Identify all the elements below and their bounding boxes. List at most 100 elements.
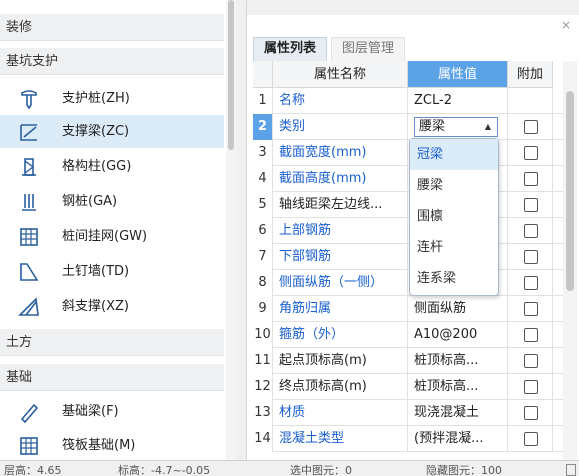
row-number: 13	[253, 400, 273, 426]
extra-checkbox[interactable]	[524, 302, 538, 316]
brace-beam-icon	[20, 124, 37, 141]
status-bar: 层高：4.65 标高：-4.7~-0.05 选中图元：0 隐藏图元：100	[0, 460, 579, 476]
property-row[interactable]: 9 角筋归属 侧面纵筋	[253, 296, 563, 322]
foundation-beam-icon	[20, 403, 39, 423]
tab-layer-management[interactable]: 图层管理	[331, 37, 406, 61]
extra-checkbox[interactable]	[524, 354, 538, 368]
property-row[interactable]: 6 上部钢筋	[253, 218, 563, 244]
dropdown-option[interactable]: 连系梁	[410, 263, 498, 294]
row-number: 5	[253, 192, 273, 218]
property-row[interactable]: 2 类别 腰梁 ▲	[253, 114, 563, 140]
grid-scrollbar[interactable]	[563, 61, 577, 460]
combobox-value: 腰梁	[419, 119, 446, 134]
tree-item-foundation-beam[interactable]: 基础梁(F)	[0, 395, 224, 428]
tree-item-diagonal-brace[interactable]: 斜支撑(XZ)	[0, 290, 224, 323]
extra-checkbox[interactable]	[524, 198, 538, 212]
row-number: 2	[253, 114, 273, 140]
tree-item-label: 土钉墙(TD)	[62, 264, 130, 279]
property-name: 终点顶标高(m)	[273, 374, 408, 400]
tree-item-label: 筏板基础(M)	[62, 438, 136, 453]
extra-checkbox[interactable]	[524, 328, 538, 342]
extra-checkbox[interactable]	[524, 120, 538, 134]
property-value[interactable]: A10@200	[408, 322, 508, 348]
property-name: 截面宽度(mm)	[273, 140, 408, 166]
category-combobox[interactable]: 腰梁 ▲	[414, 117, 498, 137]
extra-cell	[508, 296, 553, 322]
extra-checkbox[interactable]	[524, 432, 538, 446]
dropdown-option[interactable]: 围檩	[410, 201, 498, 232]
tree-item-label: 桩间挂网(GW)	[62, 229, 148, 244]
property-value[interactable]: (预拌混凝...	[408, 426, 508, 452]
extra-checkbox[interactable]	[524, 250, 538, 264]
extra-checkbox[interactable]	[524, 224, 538, 238]
property-row[interactable]: 7 下部钢筋	[253, 244, 563, 270]
tree-item-soil-nail-wall[interactable]: 土钉墙(TD)	[0, 255, 224, 288]
scroll-thumb[interactable]	[228, 0, 234, 150]
property-row[interactable]: 8 侧面纵筋（一侧）	[253, 270, 563, 296]
property-name: 上部钢筋	[273, 218, 408, 244]
row-number: 12	[253, 374, 273, 400]
extra-cell	[508, 114, 553, 140]
header-extra: 附加	[508, 61, 553, 88]
tree-item-label: 钢桩(GA)	[62, 194, 118, 209]
left-scrollbar[interactable]	[226, 0, 236, 460]
property-row[interactable]: 1 名称 ZCL-2	[253, 88, 563, 114]
tree-item-label: 支护桩(ZH)	[62, 91, 130, 106]
tree-item-label: 基础梁(F)	[62, 404, 119, 419]
scroll-thumb[interactable]	[566, 91, 574, 291]
property-row[interactable]: 4 截面高度(mm)	[253, 166, 563, 192]
property-name: 截面高度(mm)	[273, 166, 408, 192]
property-value[interactable]: 桩顶标高...	[408, 348, 508, 374]
dropdown-option[interactable]: 冠梁	[410, 139, 498, 170]
row-number: 10	[253, 322, 273, 348]
extra-checkbox[interactable]	[524, 276, 538, 290]
extra-cell	[508, 348, 553, 374]
dropdown-arrow-icon[interactable]: ▲	[485, 118, 491, 136]
mesh-icon	[20, 228, 38, 246]
property-row[interactable]: 3 截面宽度(mm)	[253, 140, 563, 166]
property-row[interactable]: 11 起点顶标高(m) 桩顶标高...	[253, 348, 563, 374]
tree-item-lattice-column[interactable]: 格构柱(GG)	[0, 150, 224, 183]
tree-item-raft-foundation[interactable]: 筏板基础(M)	[0, 429, 224, 460]
status-selected: 选中图元：0	[290, 464, 352, 476]
property-row[interactable]: 13 材质 现浇混凝土	[253, 400, 563, 426]
tree-item-steel-pile[interactable]: 钢桩(GA)	[0, 185, 224, 218]
category-decoration[interactable]: 装修	[0, 14, 224, 41]
tree-item-label: 斜支撑(XZ)	[62, 299, 129, 314]
dropdown-option[interactable]: 腰梁	[410, 170, 498, 201]
tree-item-pile-mesh[interactable]: 桩间挂网(GW)	[0, 220, 224, 253]
category-excavation-support[interactable]: 基坑支护	[0, 48, 224, 75]
property-value[interactable]: 桩顶标高...	[408, 374, 508, 400]
row-number: 8	[253, 270, 273, 296]
category-earthwork[interactable]: 土方	[0, 329, 224, 356]
tree-item-brace-beam[interactable]: 支撑梁(ZC)	[0, 115, 224, 148]
tab-property-list[interactable]: 属性列表	[253, 37, 328, 61]
extra-cell	[508, 88, 553, 114]
property-name: 轴线距梁左边线...	[273, 192, 408, 218]
property-value[interactable]: ZCL-2	[408, 88, 508, 114]
property-row[interactable]: 12 终点顶标高(m) 桩顶标高...	[253, 374, 563, 400]
extra-checkbox[interactable]	[524, 380, 538, 394]
extra-cell	[508, 140, 553, 166]
property-value[interactable]: 现浇混凝土	[408, 400, 508, 426]
extra-cell	[508, 400, 553, 426]
extra-checkbox[interactable]	[524, 172, 538, 186]
category-foundation[interactable]: 基础	[0, 364, 224, 391]
lattice-column-icon	[22, 158, 36, 176]
property-value[interactable]: 腰梁 ▲	[408, 114, 508, 140]
close-icon[interactable]: ×	[561, 18, 571, 32]
tree-item-support-pile[interactable]: 支护桩(ZH)	[0, 82, 224, 115]
property-value[interactable]: 侧面纵筋	[408, 296, 508, 322]
property-grid: 属性名称 属性值 附加 1 名称 ZCL-2 2 类别 腰梁 ▲ 3 截面宽度(mm) 4 截面高度…	[253, 61, 563, 460]
property-row[interactable]: 5 轴线距梁左边线...	[253, 192, 563, 218]
property-row[interactable]: 10 箍筋（外） A10@200	[253, 322, 563, 348]
extra-cell	[508, 426, 553, 452]
status-toggle[interactable]	[566, 464, 576, 476]
extra-checkbox[interactable]	[524, 406, 538, 420]
property-row[interactable]: 14 混凝土类型 (预拌混凝...	[253, 426, 563, 452]
dropdown-option[interactable]: 连杆	[410, 232, 498, 263]
extra-checkbox[interactable]	[524, 146, 538, 160]
category-dropdown-list: 冠梁 腰梁 围檩 连杆 连系梁	[409, 138, 499, 296]
status-floor-height: 层高：4.65	[4, 464, 62, 476]
property-name: 起点顶标高(m)	[273, 348, 408, 374]
